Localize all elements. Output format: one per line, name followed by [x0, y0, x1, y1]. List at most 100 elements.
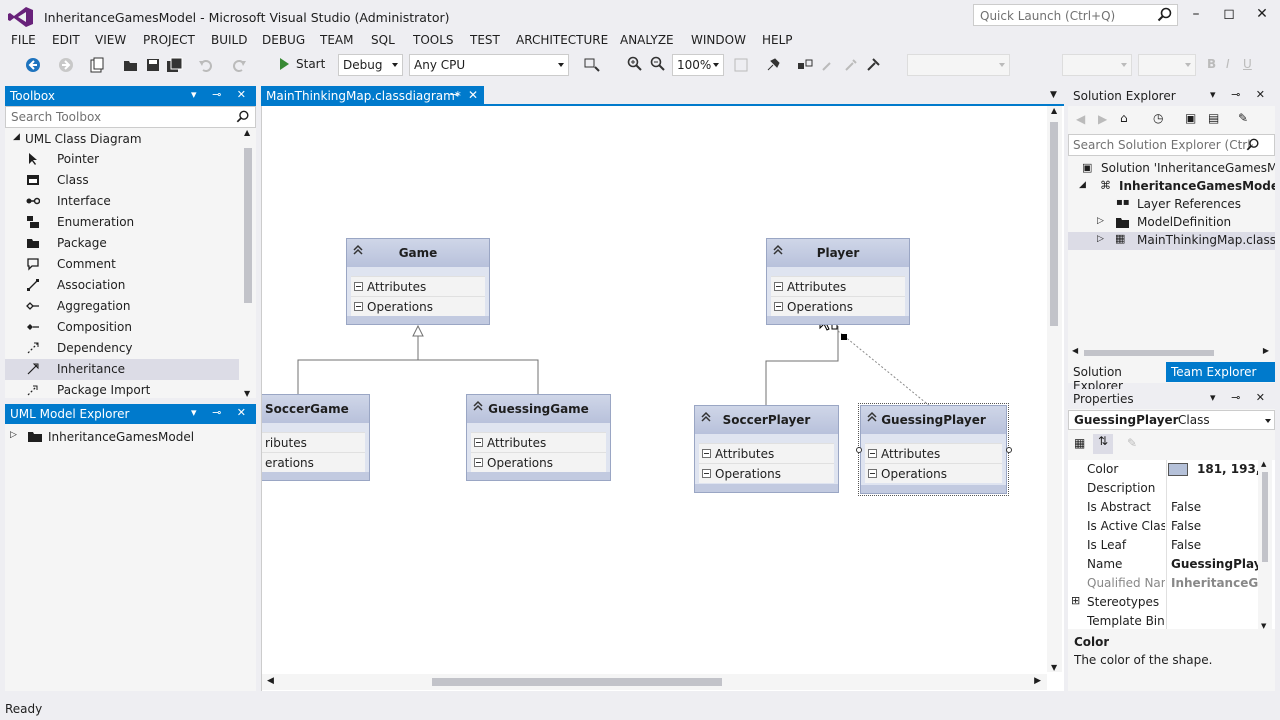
class-header[interactable]: SoccerGame: [262, 395, 369, 423]
class-shape-soccergame[interactable]: SoccerGame ributes erations: [262, 394, 370, 481]
tree-model-definition[interactable]: ▷ ModelDefinition: [1068, 214, 1275, 232]
attributes-compartment[interactable]: Attributes: [699, 443, 834, 463]
scroll-up-icon[interactable]: ▲: [244, 128, 250, 137]
operations-compartment[interactable]: Operations: [471, 452, 606, 472]
menu-help[interactable]: HELP: [762, 33, 793, 47]
menu-sql[interactable]: SQL: [371, 33, 395, 47]
zoom-out-icon[interactable]: [650, 56, 666, 72]
model-tree-root[interactable]: ▷ InheritanceGamesModel: [5, 428, 245, 446]
connector-icon[interactable]: [797, 57, 813, 73]
search-icon[interactable]: [1157, 7, 1173, 23]
toolbox-item-package-import[interactable]: Package Import: [5, 380, 239, 398]
close-tab-icon[interactable]: ✕: [468, 88, 478, 102]
menu-tools[interactable]: TOOLS: [413, 33, 454, 47]
panel-window-buttons[interactable]: ▾ ⊸ ✕: [1210, 88, 1271, 101]
expand-plus-icon[interactable]: ⊞: [1071, 594, 1080, 607]
style-dropdown[interactable]: [1138, 54, 1196, 76]
collapse-icon[interactable]: [474, 458, 483, 467]
toolbox-item-inheritance[interactable]: Inheritance: [5, 359, 239, 380]
attributes-compartment[interactable]: Attributes: [865, 443, 1002, 463]
tab-solution-explorer[interactable]: Solution Explorer: [1068, 362, 1166, 393]
class-header[interactable]: GuessingGame: [467, 395, 610, 423]
scroll-up-icon[interactable]: ▲: [1261, 460, 1266, 468]
toolbox-item-comment[interactable]: Comment: [5, 254, 239, 275]
class-shape-guessingplayer[interactable]: GuessingPlayer Attributes Operations: [858, 403, 1009, 496]
toolbox-item-pointer[interactable]: Pointer: [5, 149, 239, 170]
class-header[interactable]: Game: [347, 239, 489, 267]
collapse-icon[interactable]: [474, 438, 483, 447]
properties-object-selector[interactable]: GuessingPlayer Class: [1068, 410, 1275, 430]
tree-classdiagram[interactable]: ▷ ▦ MainThinkingMap.classdiagram: [1068, 232, 1275, 250]
zoom-dropdown[interactable]: 100%: [672, 54, 724, 76]
properties-wrench-icon[interactable]: ✎: [1238, 111, 1248, 125]
alphabetical-icon[interactable]: ⇅: [1093, 434, 1113, 454]
property-row-color[interactable]: Color 181, 193, 2: [1068, 460, 1275, 479]
scroll-thumb[interactable]: [1084, 350, 1214, 356]
forward-icon[interactable]: ▶: [1098, 112, 1107, 126]
scroll-down-icon[interactable]: ▼: [1261, 622, 1266, 630]
expand-arrow-icon[interactable]: ▷: [1097, 216, 1104, 226]
operations-compartment[interactable]: Operations: [699, 463, 834, 483]
tab-team-explorer[interactable]: Team Explorer: [1166, 362, 1275, 382]
collapse-icon[interactable]: [354, 282, 363, 291]
property-row-name[interactable]: Name GuessingPlayer: [1068, 555, 1275, 574]
pin-tool-icon[interactable]: [765, 57, 781, 73]
property-row-template-bindings[interactable]: Template Bindi: [1068, 612, 1275, 629]
tree-layer-references[interactable]: ▪▪ Layer References: [1068, 196, 1275, 214]
save-all-icon[interactable]: [166, 57, 184, 73]
categorized-icon[interactable]: ▦: [1074, 436, 1085, 450]
collapse-all-icon[interactable]: ▣: [1185, 111, 1196, 125]
diagram-canvas[interactable]: Game Attributes Operations Player Attrib…: [261, 106, 1064, 691]
operations-compartment[interactable]: Operations: [351, 296, 485, 316]
document-dropdown-icon[interactable]: ▼: [1050, 90, 1057, 100]
property-pages-icon[interactable]: ✎: [1127, 436, 1137, 450]
save-icon[interactable]: [145, 57, 161, 73]
zoom-in-icon[interactable]: [627, 56, 643, 72]
resize-handle-left[interactable]: [856, 447, 862, 453]
scroll-left-icon[interactable]: ◀: [267, 676, 274, 686]
collapse-icon[interactable]: [868, 449, 877, 458]
menu-team[interactable]: TEAM: [320, 33, 353, 47]
back-icon[interactable]: ◀: [1076, 112, 1085, 126]
menu-architecture[interactable]: ARCHITECTURE: [516, 33, 608, 47]
toolbox-item-composition[interactable]: Composition: [5, 317, 239, 338]
toolbox-scroll-thumb[interactable]: [244, 148, 252, 303]
attributes-compartment[interactable]: Attributes: [471, 432, 606, 452]
home-icon[interactable]: ⌂: [1120, 111, 1128, 125]
show-all-files-icon[interactable]: ▤: [1208, 111, 1219, 125]
fit-icon[interactable]: [733, 57, 749, 73]
property-row-description[interactable]: Description: [1068, 479, 1275, 498]
arrange-icon[interactable]: [865, 57, 881, 73]
property-row-qualified-name[interactable]: Qualified Name InheritanceGan: [1068, 574, 1275, 593]
operations-compartment[interactable]: Operations: [865, 463, 1002, 483]
maximize-button[interactable]: ◻: [1218, 4, 1240, 24]
class-shape-soccerplayer[interactable]: SoccerPlayer Attributes Operations: [694, 405, 839, 493]
collapse-icon[interactable]: [868, 469, 877, 478]
menu-window[interactable]: WINDOW: [691, 33, 746, 47]
property-row-stereotypes[interactable]: ⊞ Stereotypes: [1068, 593, 1275, 612]
menu-file[interactable]: FILE: [11, 33, 36, 47]
solution-horizontal-scrollbar[interactable]: ◀ ▶: [1068, 346, 1275, 360]
toolbox-item-interface[interactable]: Interface: [5, 191, 239, 212]
solution-search-input[interactable]: Search Solution Explorer (Ctrl+;): [1068, 134, 1275, 156]
toolbox-item-dependency[interactable]: Dependency: [5, 338, 239, 359]
inheritance-connector[interactable]: [765, 326, 839, 406]
tree-project[interactable]: ◢ ⌘ InheritanceGamesModel: [1068, 178, 1275, 196]
menu-project[interactable]: PROJECT: [143, 33, 195, 47]
collapse-icon[interactable]: [702, 469, 711, 478]
wand-icon[interactable]: [820, 57, 836, 73]
attributes-compartment[interactable]: Attributes: [771, 276, 905, 296]
property-row-is-leaf[interactable]: Is Leaf False: [1068, 536, 1275, 555]
new-project-icon[interactable]: [89, 57, 105, 73]
class-shape-player[interactable]: Player Attributes Operations: [766, 238, 910, 325]
layout-icon[interactable]: [583, 57, 601, 73]
property-row-is-active-class[interactable]: Is Active Class False: [1068, 517, 1275, 536]
font-name-dropdown[interactable]: [907, 54, 1010, 76]
minimize-button[interactable]: –: [1185, 4, 1207, 24]
back-icon[interactable]: [24, 56, 42, 74]
scroll-down-icon[interactable]: ▼: [1051, 663, 1057, 672]
scroll-right-icon[interactable]: ▶: [1263, 346, 1269, 355]
tree-solution[interactable]: ▣ Solution 'InheritanceGamesModel': [1068, 160, 1275, 178]
canvas-horizontal-thumb[interactable]: [432, 678, 722, 686]
scroll-left-icon[interactable]: ◀: [1072, 346, 1078, 355]
